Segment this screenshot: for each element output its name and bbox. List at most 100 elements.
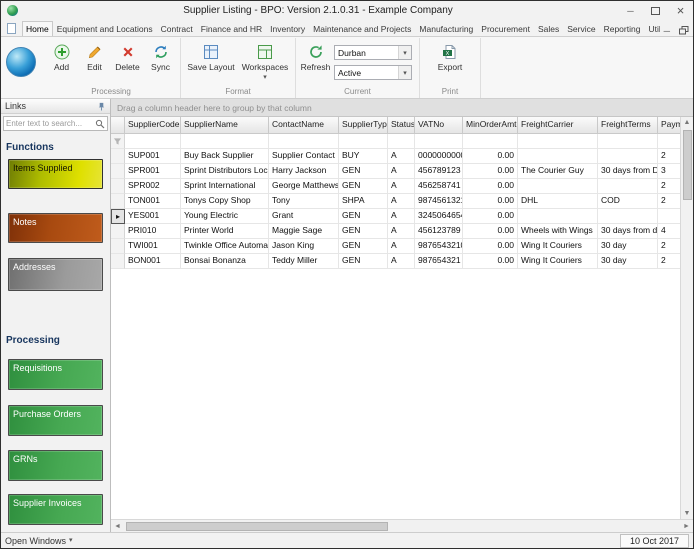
cell-contactname[interactable]: Jason King (269, 239, 339, 254)
horizontal-scrollbar[interactable]: ◄ ► (111, 519, 693, 532)
workspaces-button[interactable]: Workspaces ▾ (238, 38, 292, 87)
cell-suppliername[interactable]: Printer World (181, 224, 269, 239)
table-row[interactable]: PRI010 Printer World Maggie Sage GEN A 4… (111, 224, 693, 239)
refresh-button[interactable]: Refresh (299, 38, 332, 87)
cell-suppliercode[interactable]: YES001 (125, 209, 181, 224)
cell-contactname[interactable]: George Matthews (269, 179, 339, 194)
group-by-panel[interactable]: Drag a column header here to group by th… (111, 99, 693, 117)
cell-suppliername[interactable]: Bonsai Bonanza (181, 254, 269, 269)
cell-vatno[interactable]: 0000000000 (415, 149, 463, 164)
cell-suppliertype[interactable]: GEN (339, 179, 388, 194)
column-header-vatno[interactable]: VATNo (415, 117, 463, 134)
cell-contactname[interactable]: Tony (269, 194, 339, 209)
cell-suppliercode[interactable]: BON001 (125, 254, 181, 269)
tab-contract[interactable]: Contract (157, 21, 197, 36)
cell-suppliercode[interactable]: TWI001 (125, 239, 181, 254)
filter-cell[interactable] (125, 134, 181, 149)
cell-freightcarrier[interactable]: The Courier Guy (518, 164, 598, 179)
filter-cell[interactable] (269, 134, 339, 149)
cell-freightterms[interactable]: 30 day (598, 239, 658, 254)
tab-service[interactable]: Service (563, 21, 599, 36)
cell-status[interactable]: A (388, 224, 415, 239)
cell-vatno[interactable]: 456123789 (415, 224, 463, 239)
cell-freightterms[interactable]: COD (598, 194, 658, 209)
delete-button[interactable]: Delete (111, 38, 144, 87)
sidebar-item-notes[interactable]: Notes (8, 213, 103, 243)
cell-freightterms[interactable]: 30 days from Delivery (598, 164, 658, 179)
cell-minorderamt[interactable]: 0.00 (463, 164, 518, 179)
chevron-down-icon[interactable]: ▾ (398, 66, 411, 79)
scroll-right-arrow-icon[interactable]: ► (680, 523, 693, 530)
tab-home[interactable]: Home (22, 21, 53, 37)
table-row[interactable]: SPR001 Sprint Distributors Local Harry J… (111, 164, 693, 179)
cell-freightcarrier[interactable]: DHL (518, 194, 598, 209)
table-row[interactable]: SPR002 Sprint International George Matth… (111, 179, 693, 194)
cell-status[interactable]: A (388, 239, 415, 254)
site-dropdown[interactable]: Durban ▾ (334, 45, 412, 60)
application-orb-button[interactable] (6, 47, 36, 77)
scroll-left-arrow-icon[interactable]: ◄ (111, 523, 124, 530)
table-row-selected[interactable]: ▸ YES001 Young Electric Grant GEN A 3245… (111, 209, 693, 224)
column-header-suppliertype[interactable]: SupplierType (339, 117, 388, 134)
cell-freightcarrier[interactable] (518, 149, 598, 164)
sync-button[interactable]: Sync (144, 38, 177, 87)
column-header-contactname[interactable]: ContactName (269, 117, 339, 134)
column-header-status[interactable]: Status (388, 117, 415, 134)
column-header-minorderamt[interactable]: MinOrderAmt (463, 117, 518, 134)
cell-status[interactable]: A (388, 254, 415, 269)
scroll-up-arrow-icon[interactable]: ▲ (684, 117, 691, 128)
cell-suppliertype[interactable]: GEN (339, 239, 388, 254)
add-button[interactable]: Add (45, 38, 78, 87)
cell-contactname[interactable]: Supplier Contact (269, 149, 339, 164)
filter-cell[interactable] (388, 134, 415, 149)
cell-freightcarrier[interactable] (518, 209, 598, 224)
cell-freightterms[interactable] (598, 209, 658, 224)
horizontal-scrollbar-thumb[interactable] (126, 522, 388, 531)
cell-vatno[interactable]: 456789123 (415, 164, 463, 179)
close-button[interactable]: × (668, 1, 693, 20)
cell-contactname[interactable]: Harry Jackson (269, 164, 339, 179)
search-icon[interactable] (93, 119, 107, 129)
tab-equipment-and-locations[interactable]: Equipment and Locations (53, 21, 157, 36)
cell-freightterms[interactable]: 30 day (598, 254, 658, 269)
cell-vatno[interactable]: 9876543210 (415, 239, 463, 254)
pin-icon[interactable] (97, 102, 106, 111)
filter-cell[interactable] (598, 134, 658, 149)
sidebar-item-requisitions[interactable]: Requisitions (8, 359, 103, 390)
cell-suppliertype[interactable]: GEN (339, 164, 388, 179)
tab-inventory[interactable]: Inventory (266, 21, 309, 36)
filter-cell[interactable] (463, 134, 518, 149)
cell-suppliername[interactable]: Young Electric (181, 209, 269, 224)
table-row[interactable]: SUP001 Buy Back Supplier Supplier Contac… (111, 149, 693, 164)
search-input[interactable] (4, 119, 93, 128)
table-row[interactable]: TWI001 Twinkle Office Automation ... Jas… (111, 239, 693, 254)
scroll-down-arrow-icon[interactable]: ▼ (684, 508, 691, 519)
chevron-down-icon[interactable]: ▾ (398, 46, 411, 59)
filter-cell[interactable] (181, 134, 269, 149)
cell-minorderamt[interactable]: 0.00 (463, 209, 518, 224)
sidebar-item-items-supplied[interactable]: Items Supplied (8, 159, 103, 189)
mdi-minimize-button[interactable]: ─ (664, 26, 670, 36)
cell-minorderamt[interactable]: 0.00 (463, 224, 518, 239)
sidebar-item-supplier-invoices[interactable]: Supplier Invoices (8, 494, 103, 525)
minimize-button[interactable]: ─ (618, 1, 643, 20)
filter-cell[interactable] (518, 134, 598, 149)
tab-procurement[interactable]: Procurement (477, 21, 534, 36)
cell-status[interactable]: A (388, 209, 415, 224)
column-header-freightcarrier[interactable]: FreightCarrier (518, 117, 598, 134)
tab-reporting[interactable]: Reporting (600, 21, 645, 36)
open-windows-button[interactable]: Open Windows ▾ (5, 536, 73, 546)
edit-button[interactable]: Edit (78, 38, 111, 87)
cell-vatno[interactable]: 456258741 (415, 179, 463, 194)
cell-freightcarrier[interactable]: Wing It Couriers (518, 239, 598, 254)
cell-contactname[interactable]: Maggie Sage (269, 224, 339, 239)
cell-status[interactable]: A (388, 179, 415, 194)
cell-suppliertype[interactable]: GEN (339, 254, 388, 269)
mdi-restore-button[interactable] (679, 22, 689, 37)
cell-suppliercode[interactable]: SUP001 (125, 149, 181, 164)
cell-suppliertype[interactable]: GEN (339, 224, 388, 239)
cell-vatno[interactable]: 9874561321 (415, 194, 463, 209)
cell-freightterms[interactable] (598, 149, 658, 164)
vertical-scrollbar-thumb[interactable] (683, 130, 692, 200)
cell-vatno[interactable]: 987654321 (415, 254, 463, 269)
